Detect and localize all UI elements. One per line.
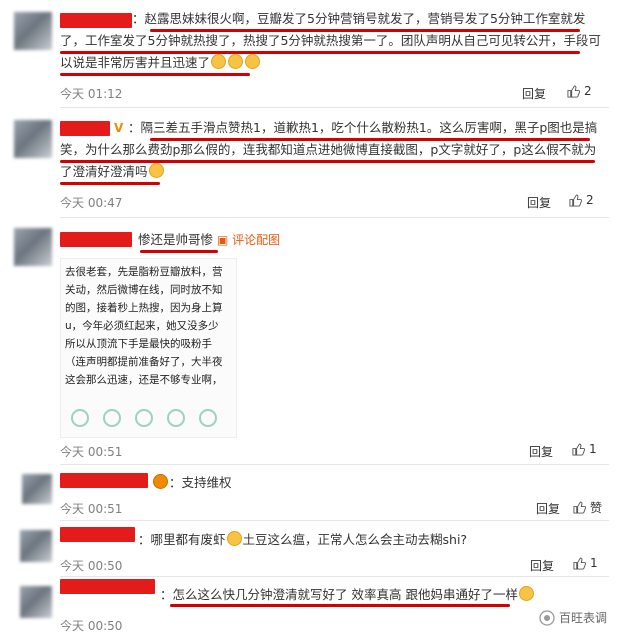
reply-button[interactable]: 回复 — [527, 194, 551, 211]
comment-time: 今天 00:51 — [60, 445, 123, 459]
thumbnail-text-line: 这会那么迅速，还是不够专业啊， — [65, 374, 223, 386]
comment-line: ：赵露思妹妹很火啊，豆瓣发了5分钟营销号就发了，营销号发了5分钟工作室就发 — [132, 11, 586, 26]
watermark-text: 百旺表调 — [558, 611, 607, 625]
like-button[interactable]: 2 — [567, 84, 592, 98]
thumbs-up-emoji-icon — [228, 54, 244, 69]
fan-badge-icon — [153, 474, 168, 489]
reply-button[interactable]: 回复 — [536, 500, 560, 517]
avatar[interactable] — [20, 530, 52, 562]
thumbnail-text-line: 的图，接着秒上热搜，因为身上算 — [65, 302, 223, 314]
camera-icon — [135, 409, 153, 427]
comment-time: 今天 00:50 — [60, 619, 123, 633]
comment-time: 今天 00:47 — [60, 196, 123, 210]
like-icon — [199, 409, 217, 427]
divider — [60, 520, 609, 521]
thumb-up-icon — [567, 84, 580, 98]
watermark: 百旺表调 — [539, 609, 607, 626]
share-icon — [71, 409, 89, 427]
annotation-underline — [60, 73, 250, 76]
smile-emoji-icon — [518, 586, 534, 601]
comment-picture-link[interactable]: ▣ 评论配图 — [217, 233, 280, 247]
reply-button[interactable]: 回复 — [530, 557, 554, 574]
annotation-underline — [150, 29, 580, 32]
comment-time: 今天 00:51 — [60, 502, 123, 516]
divider — [60, 464, 609, 465]
comment-line: V ：隔三差五手滑点赞热1，道歉热1，吃个什么散粉热1。这么厉害啊，黑子p图也是搞 — [60, 117, 605, 139]
like-count: 1 — [590, 556, 598, 570]
vip-badge-icon: V — [114, 121, 124, 135]
comment-picture-thumbnail[interactable]: 去很老套，先是脂粉豆瓣放料，营 关动，然后微博在线，同时放不知 的图，接着秒上热… — [60, 258, 237, 438]
comment-line-text: ：哪里都有废虾 — [138, 532, 226, 547]
like-button[interactable]: 1 — [572, 442, 597, 456]
annotation-underline — [170, 604, 510, 607]
comment-line-text: 了澄清好澄清吗 — [60, 164, 148, 179]
comment-line-text: ：怎么这么快几分钟澄清就写好了 效率真高 跟他妈串通好了一样 — [160, 587, 518, 602]
comment-text: 惨还是帅哥惨 ▣ 评论配图 — [60, 229, 608, 251]
thumb-up-icon — [573, 556, 586, 570]
avatar[interactable] — [22, 474, 52, 504]
comment-text: V ：隔三差五手滑点赞热1，道歉热1，吃个什么散粉热1。这么厉害啊，黑子p图也是搞… — [60, 117, 605, 183]
comment-line: 以说是非常厉害并且迅速了 — [60, 52, 605, 74]
comment-text: ：赵露思妹妹很火啊，豆瓣发了5分钟营销号就发了，营销号发了5分钟工作室就发 了，… — [60, 8, 605, 74]
annotation-underline — [150, 138, 590, 141]
reply-button[interactable]: 回复 — [529, 443, 553, 460]
comment-time: 今天 01:12 — [60, 87, 123, 101]
thumb-up-icon — [573, 501, 586, 514]
avatar[interactable] — [14, 228, 52, 266]
avatar[interactable] — [14, 12, 52, 50]
cat-emoji-icon — [148, 163, 164, 178]
avatar[interactable] — [20, 586, 52, 618]
comment-line-text: ：隔三差五手滑点赞热1，道歉热1，吃个什么散粉热1。这么厉害啊，黑子p图也是搞 — [128, 120, 598, 135]
divider — [60, 576, 609, 577]
reply-button[interactable]: 回复 — [522, 85, 546, 102]
like-label: 赞 — [590, 501, 603, 515]
like-count: 2 — [584, 84, 592, 98]
divider — [60, 107, 609, 108]
comment-text: ：哪里都有废虾 土豆这么瘟，正常人怎么会主动去糊shi? — [60, 529, 608, 551]
divider — [60, 217, 609, 218]
avatar[interactable] — [14, 120, 52, 158]
comment-time: 今天 00:50 — [60, 559, 123, 573]
thumbnail-text-line: 所以从顶流下手是最快的吸粉手 — [65, 338, 212, 350]
watermark-logo-icon — [539, 609, 555, 626]
annotation-underline — [60, 51, 580, 54]
cat-emoji-icon — [226, 531, 242, 546]
comment-picture-label: 评论配图 — [232, 233, 281, 247]
comment-line: 笑，为什么那么费劲p那么假的，连我都知道点进她微博直接截图，p文字就好了，p这么… — [60, 142, 597, 157]
comment-text: ：支持维权 — [60, 472, 602, 494]
like-count: 1 — [589, 442, 597, 456]
comment-line-text: ：支持维权 — [169, 475, 232, 490]
annotation-underline — [60, 160, 595, 163]
comment-line-text: 惨还是帅哥惨 — [138, 232, 214, 247]
like-count: 2 — [586, 193, 594, 207]
thumbnail-share-icons — [71, 409, 217, 427]
comment-line-text: 以说是非常厉害并且迅速了 — [60, 55, 211, 70]
thumbnail-text-line: 去很老套，先是脂粉豆瓣放料，营 — [65, 266, 223, 278]
thumbnail-text-line: u，今年必须红起来，她又没多少 — [65, 320, 219, 332]
like-button[interactable]: 2 — [569, 193, 594, 207]
thumbs-up-emoji-icon — [211, 54, 227, 69]
annotation-underline — [140, 250, 218, 253]
thumb-up-icon — [569, 193, 582, 207]
annotation-underline — [60, 182, 160, 185]
comment-line-text: 土豆这么瘟，正常人怎么会主动去糊shi? — [242, 532, 468, 547]
comment-text: ：怎么这么快几分钟澄清就写好了 效率真高 跟他妈串通好了一样 — [60, 584, 610, 606]
smile-icon — [167, 409, 185, 427]
like-button[interactable]: 1 — [573, 556, 598, 570]
thumbnail-text-line: （连声明都提前准备好了，大半夜 — [65, 356, 223, 368]
like-button[interactable]: 赞 — [573, 499, 602, 516]
wechat-icon — [103, 409, 121, 427]
comment-line: 了澄清好澄清吗 — [60, 161, 605, 183]
thumb-up-icon — [572, 442, 585, 456]
thumbnail-text-line: 关动，然后微博在线，同时放不知 — [65, 284, 223, 296]
thumbs-up-emoji-icon — [245, 54, 261, 69]
comment-line: 了，工作室发了5分钟就热搜了，热搜了5分钟就热搜第一了。团队声明从自己可见转公开… — [60, 33, 601, 48]
